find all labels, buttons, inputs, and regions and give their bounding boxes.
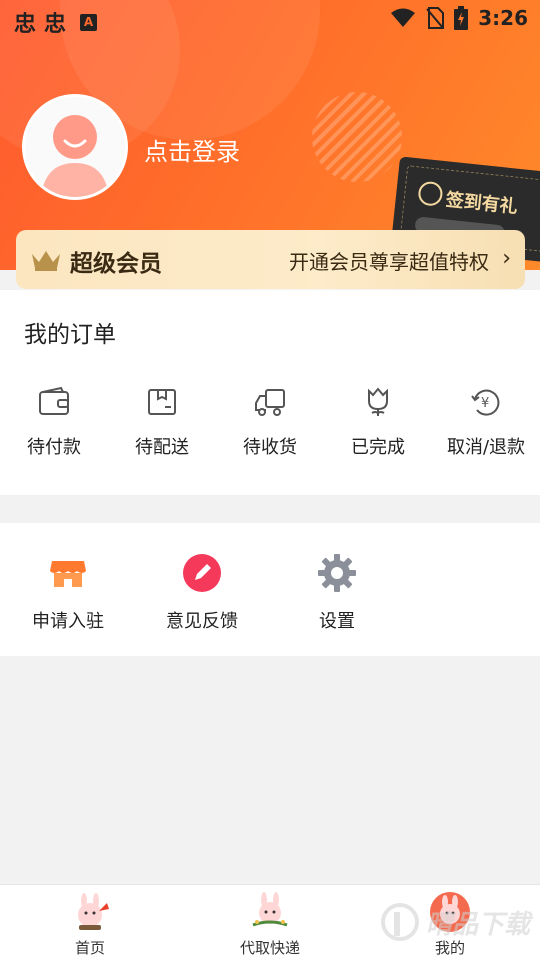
login-link[interactable]: 点击登录 xyxy=(144,132,240,167)
order-pending-delivery[interactable]: 待配送 xyxy=(108,385,216,465)
apply-merchant-entry[interactable]: 申请入驻 xyxy=(3,553,133,633)
chevron-right-icon: › xyxy=(502,246,511,271)
order-pending-payment[interactable]: 待付款 xyxy=(0,385,108,465)
truck-icon xyxy=(255,389,285,416)
order-pending-payment-label: 待付款 xyxy=(27,437,81,458)
settings-label: 设置 xyxy=(319,611,355,632)
download-site-watermark: 晴品下载 xyxy=(380,892,540,952)
crown-icon xyxy=(32,251,60,271)
battery-charging-icon xyxy=(454,6,469,30)
apply-merchant-label: 申请入驻 xyxy=(32,611,104,632)
store-icon xyxy=(50,561,86,587)
nav-express[interactable]: 代取快递 xyxy=(210,891,330,958)
svg-text:¥: ¥ xyxy=(481,396,489,411)
vip-title: 超级会员 xyxy=(70,251,162,277)
watermark-text: 晴品下载 xyxy=(426,909,531,940)
package-icon xyxy=(148,389,176,415)
order-pending-receipt-label: 待收货 xyxy=(243,437,297,458)
nav-home[interactable]: 首页 xyxy=(30,891,150,958)
pencil-icon xyxy=(183,554,221,592)
feedback-entry[interactable]: 意见反馈 xyxy=(137,553,267,633)
watermark-logo-icon xyxy=(381,903,419,941)
order-completed-label: 已完成 xyxy=(351,437,405,458)
status-bar: 忠 忠 A 3:26 xyxy=(0,0,540,38)
vip-promo-text: 开通会员尊享超值特权 xyxy=(289,250,489,274)
wifi-icon xyxy=(391,8,416,27)
status-time: 3:26 xyxy=(478,6,528,30)
no-sim-icon xyxy=(426,7,445,29)
order-completed[interactable]: 已完成 xyxy=(324,385,432,465)
feedback-label: 意见反馈 xyxy=(166,611,238,632)
order-cancel-refund[interactable]: ¥ 取消/退款 xyxy=(432,385,540,465)
avatar[interactable] xyxy=(22,94,128,200)
orders-title: 我的订单 xyxy=(24,322,116,348)
default-avatar-icon xyxy=(25,97,125,197)
refund-icon: ¥ xyxy=(471,389,500,416)
decorative-striped-circle xyxy=(312,92,402,182)
settings-entry[interactable]: 设置 xyxy=(272,553,402,633)
gear-icon xyxy=(318,554,356,592)
notification-badge-icon: A xyxy=(80,13,98,31)
tulip-icon xyxy=(368,387,388,416)
express-mascot-icon xyxy=(252,892,288,927)
order-pending-receipt[interactable]: 待收货 xyxy=(216,385,324,465)
home-mascot-icon xyxy=(78,893,109,930)
order-cancel-refund-label: 取消/退款 xyxy=(446,437,526,458)
nav-express-label: 代取快递 xyxy=(239,939,300,957)
nav-home-label: 首页 xyxy=(74,939,105,957)
wallet-icon xyxy=(39,386,69,415)
my-orders-section: 我的订单 待付款 待配送 待收货 已完成 ¥ 取消/退款 xyxy=(0,290,540,495)
order-pending-delivery-label: 待配送 xyxy=(135,437,189,458)
app-glyph-1: 忠 xyxy=(14,12,37,37)
tools-section: 申请入驻 意见反馈 设置 xyxy=(0,523,540,656)
vip-banner[interactable]: 超级会员 开通会员尊享超值特权 › xyxy=(16,230,525,289)
app-glyph-2: 忠 xyxy=(44,12,67,37)
